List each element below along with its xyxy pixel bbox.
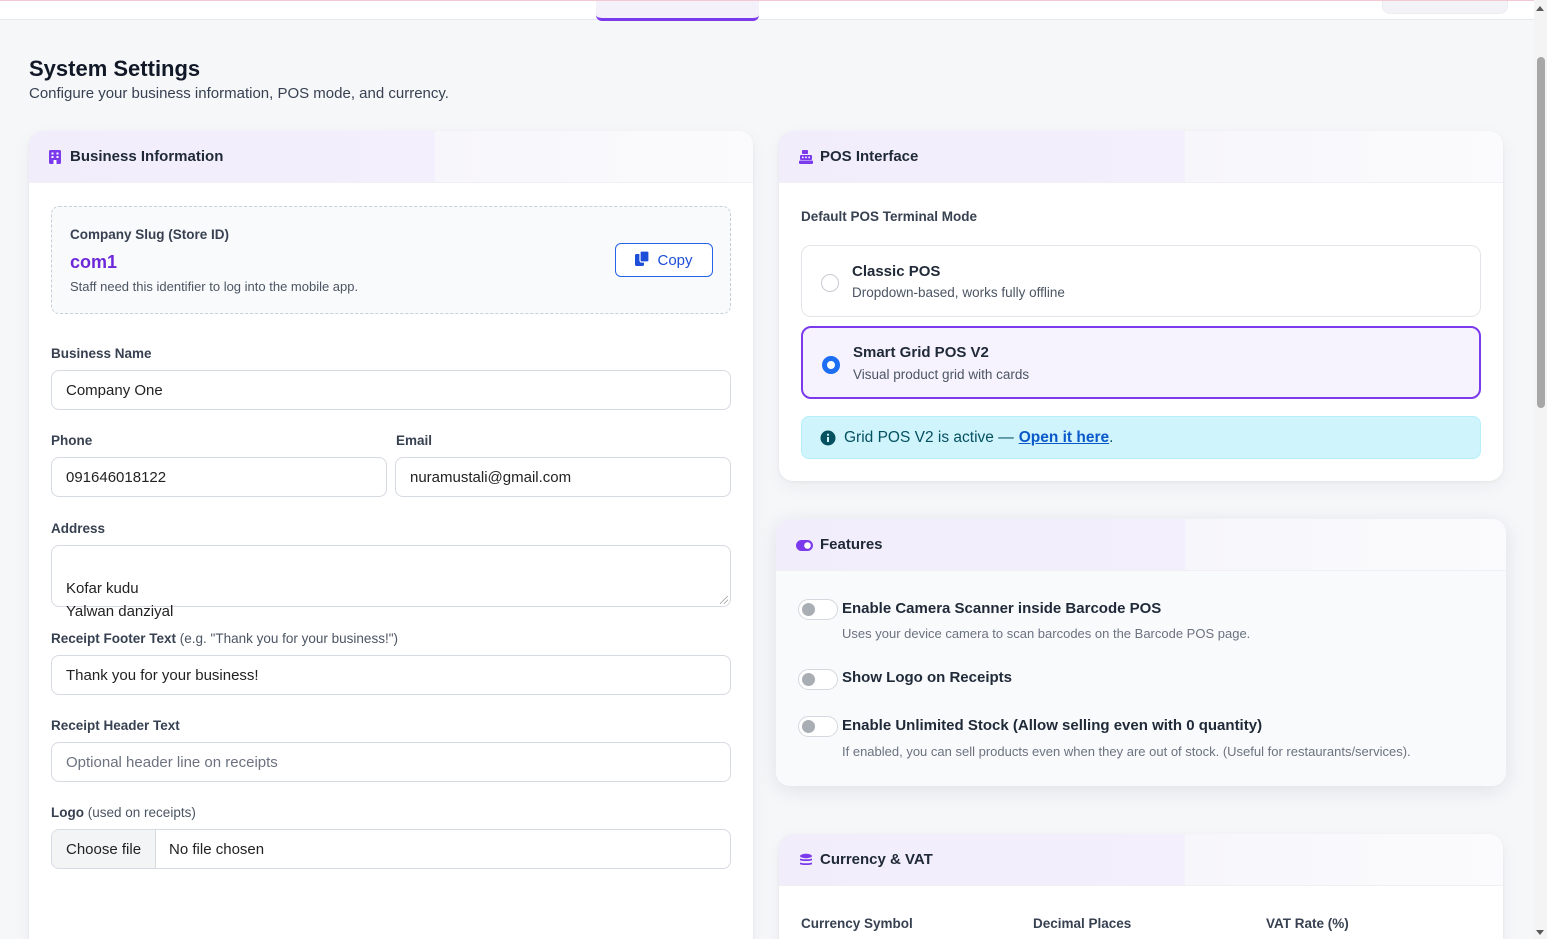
alert-text: Grid POS V2 is active — bbox=[844, 428, 1014, 446]
logo-label-text: Logo bbox=[51, 805, 84, 820]
receipt-header-input[interactable]: Optional header line on receipts bbox=[51, 742, 731, 782]
toggle-knob bbox=[802, 673, 815, 686]
top-right-button[interactable] bbox=[1382, 1, 1508, 14]
company-slug-help: Staff need this identifier to log into t… bbox=[70, 279, 359, 294]
currency-vat-header: Currency & VAT bbox=[779, 834, 1503, 886]
grid-pos-active-alert: Grid POS V2 is active — Open it here. bbox=[801, 416, 1481, 459]
page-title: System Settings bbox=[29, 56, 201, 81]
logo-hint: (used on receipts) bbox=[87, 805, 196, 820]
logo-file-input[interactable]: Choose file No file chosen bbox=[51, 829, 731, 869]
features-body: Enable Camera Scanner inside Barcode POS… bbox=[776, 571, 1506, 786]
features-header: Features bbox=[776, 519, 1506, 571]
currency-vat-card: Currency & VAT Currency Symbol Decimal P… bbox=[779, 834, 1503, 939]
company-slug-value: com1 bbox=[70, 252, 118, 272]
address-label: Address bbox=[51, 521, 106, 536]
company-slug-box: Company Slug (Store ID) com1 Staff need … bbox=[51, 206, 731, 314]
show-logo-toggle[interactable] bbox=[798, 669, 838, 690]
business-information-header: Business Information bbox=[29, 131, 753, 183]
show-logo-title: Show Logo on Receipts bbox=[842, 669, 1013, 686]
business-name-input[interactable]: Company One bbox=[51, 370, 731, 410]
unlimited-stock-desc: If enabled, you can sell products even w… bbox=[842, 744, 1411, 759]
company-slug-label: Company Slug (Store ID) bbox=[70, 227, 230, 242]
alert-suffix: . bbox=[1109, 428, 1114, 446]
cash-register-icon bbox=[799, 149, 813, 164]
pos-interface-header: POS Interface bbox=[779, 131, 1503, 183]
camera-scanner-title: Enable Camera Scanner inside Barcode POS bbox=[842, 600, 1162, 617]
top-navbar bbox=[0, 0, 1534, 21]
scroll-down-arrow-icon[interactable] bbox=[1536, 930, 1544, 935]
address-text: Kofar kudu Yalwan danziyal bbox=[66, 580, 174, 620]
active-nav-tab[interactable] bbox=[596, 1, 759, 21]
open-grid-pos-link[interactable]: Open it here bbox=[1019, 429, 1109, 447]
pos-interface-card: POS Interface Default POS Terminal Mode … bbox=[779, 131, 1503, 481]
smart-grid-pos-desc: Visual product grid with cards bbox=[853, 367, 1030, 382]
camera-scanner-toggle[interactable] bbox=[798, 599, 838, 620]
clipboard-icon bbox=[635, 249, 651, 270]
toggle-knob bbox=[802, 720, 815, 733]
page-scrollbar[interactable] bbox=[1534, 0, 1547, 939]
coins-icon bbox=[799, 853, 813, 867]
classic-pos-desc: Dropdown-based, works fully offline bbox=[852, 285, 1065, 300]
mode-option-classic-pos[interactable]: Classic POS Dropdown-based, works fully … bbox=[801, 245, 1481, 317]
business-information-title: Business Information bbox=[70, 148, 224, 165]
scrollbar-thumb[interactable] bbox=[1537, 57, 1545, 408]
currency-symbol-label: Currency Symbol bbox=[801, 916, 913, 931]
file-status-text: No file chosen bbox=[169, 840, 265, 858]
vat-rate-label: VAT Rate (%) bbox=[1266, 916, 1349, 931]
email-input[interactable]: nuramustali@gmail.com bbox=[395, 457, 731, 497]
scroll-up-arrow-icon[interactable] bbox=[1536, 6, 1544, 11]
pos-interface-title: POS Interface bbox=[820, 148, 919, 165]
features-title: Features bbox=[820, 536, 883, 553]
page-subtitle: Configure your business information, POS… bbox=[29, 85, 449, 102]
smart-grid-pos-title: Smart Grid POS V2 bbox=[853, 344, 989, 361]
camera-scanner-desc: Uses your device camera to scan barcodes… bbox=[842, 626, 1251, 641]
classic-pos-radio[interactable] bbox=[821, 274, 839, 292]
pos-mode-label: Default POS Terminal Mode bbox=[801, 209, 978, 224]
receipt-footer-hint: (e.g. "Thank you for your business!") bbox=[179, 631, 398, 646]
receipt-footer-label-text: Receipt Footer Text bbox=[51, 631, 177, 646]
smart-grid-pos-radio[interactable] bbox=[822, 356, 840, 374]
unlimited-stock-toggle[interactable] bbox=[798, 716, 838, 737]
toggle-knob bbox=[802, 603, 815, 616]
address-textarea[interactable]: Kofar kudu Yalwan danziyal bbox=[51, 545, 731, 620]
receipt-footer-input[interactable]: Thank you for your business! bbox=[51, 655, 731, 695]
info-circle-icon bbox=[820, 430, 836, 446]
business-information-card: Business Information Company Slug (Store… bbox=[29, 131, 753, 939]
email-label: Email bbox=[396, 433, 433, 448]
building-icon bbox=[49, 149, 63, 164]
business-name-label: Business Name bbox=[51, 346, 152, 361]
phone-input[interactable]: 091646018122 bbox=[51, 457, 387, 497]
toggle-icon bbox=[796, 538, 813, 552]
choose-file-button[interactable]: Choose file bbox=[52, 830, 157, 868]
unlimited-stock-title: Enable Unlimited Stock (Allow selling ev… bbox=[842, 717, 1263, 734]
resize-grip-icon[interactable] bbox=[720, 596, 728, 604]
receipt-footer-label: Receipt Footer Text (e.g. "Thank you for… bbox=[51, 631, 398, 646]
copy-slug-button[interactable]: Copy bbox=[615, 243, 713, 277]
classic-pos-title: Classic POS bbox=[852, 263, 941, 280]
decimal-places-label: Decimal Places bbox=[1033, 916, 1132, 931]
mode-option-smart-grid-pos[interactable]: Smart Grid POS V2 Visual product grid wi… bbox=[801, 326, 1481, 399]
phone-label: Phone bbox=[51, 433, 93, 448]
logo-label: Logo (used on receipts) bbox=[51, 805, 196, 820]
copy-button-label: Copy bbox=[657, 251, 693, 269]
receipt-header-label: Receipt Header Text bbox=[51, 718, 180, 733]
features-card: Features Enable Camera Scanner inside Ba… bbox=[776, 519, 1506, 786]
currency-vat-title: Currency & VAT bbox=[820, 851, 933, 868]
